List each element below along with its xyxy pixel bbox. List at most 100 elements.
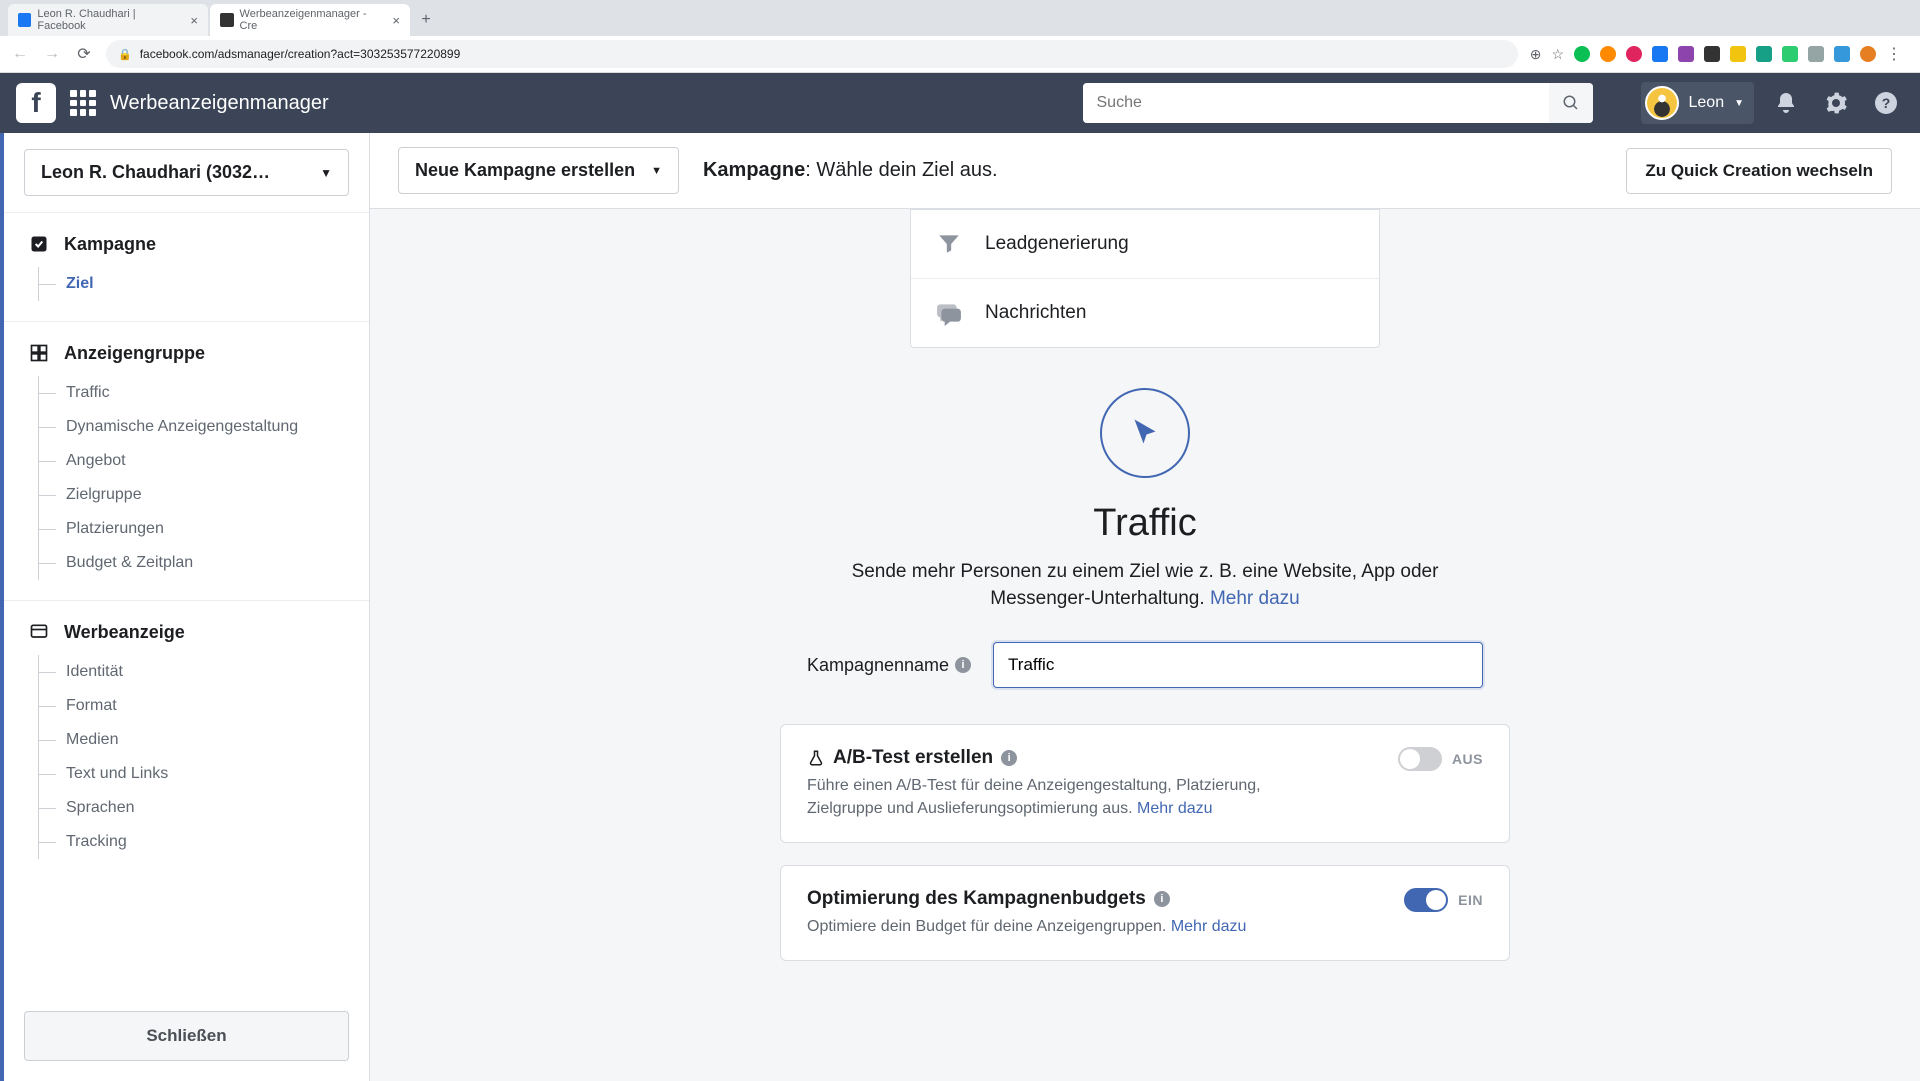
learn-more-link[interactable]: Mehr dazu xyxy=(1210,588,1300,609)
extension-icon[interactable] xyxy=(1730,46,1746,62)
extension-icon[interactable] xyxy=(1652,46,1668,62)
campaign-dropdown-label: Neue Kampagne erstellen xyxy=(415,160,635,181)
main-content: Leadgenerierung Nachrichten xyxy=(370,209,1920,1081)
step-item-languages[interactable]: Sprachen xyxy=(38,791,345,825)
apps-grid-icon[interactable] xyxy=(70,90,96,116)
menu-icon[interactable]: ⋮ xyxy=(1886,44,1902,64)
step-item-tracking[interactable]: Tracking xyxy=(38,825,345,859)
extension-icon[interactable] xyxy=(1704,46,1720,62)
user-name: Leon xyxy=(1689,94,1725,112)
star-icon[interactable]: ☆ xyxy=(1551,46,1564,63)
info-icon[interactable]: i xyxy=(1154,891,1170,907)
sub-header: Neue Kampagne erstellen ▼ Kampagne: Wähl… xyxy=(370,133,1920,209)
tab-strip: Leon R. Chaudhari | Facebook × Werbeanze… xyxy=(0,0,1920,36)
chevron-down-icon: ▼ xyxy=(651,165,662,177)
step-item-budget[interactable]: Budget & Zeitplan xyxy=(38,546,345,580)
user-menu[interactable]: Leon ▼ xyxy=(1641,82,1755,124)
objective-label: Nachrichten xyxy=(985,302,1086,324)
zoom-icon[interactable]: ⊕ xyxy=(1530,46,1542,63)
account-name: Leon R. Chaudhari (3032… xyxy=(41,162,270,183)
campaign-name-label: Kampagnenname i xyxy=(807,655,971,676)
chevron-down-icon: ▼ xyxy=(320,166,332,180)
cursor-icon xyxy=(1127,415,1163,451)
avatar xyxy=(1645,86,1679,120)
step-item-dynamic[interactable]: Dynamische Anzeigengestaltung xyxy=(38,410,345,444)
browser-tab[interactable]: Werbeanzeigenmanager - Cre × xyxy=(210,4,410,36)
sidebar: Leon R. Chaudhari (3032… ▼ Kampagne Ziel xyxy=(0,133,370,1081)
hero-title: Traffic xyxy=(635,502,1655,545)
extension-icon[interactable] xyxy=(1782,46,1798,62)
step-item-format[interactable]: Format xyxy=(38,689,345,723)
heading-bold: Kampagne xyxy=(703,159,805,181)
facebook-logo[interactable]: f xyxy=(16,83,56,123)
toggle-label: EIN xyxy=(1458,892,1483,908)
svg-text:?: ? xyxy=(1882,95,1891,111)
chat-icon xyxy=(935,299,963,327)
browser-tab[interactable]: Leon R. Chaudhari | Facebook × xyxy=(8,4,208,36)
extension-icon[interactable] xyxy=(1626,46,1642,62)
flask-icon xyxy=(807,749,825,767)
search-icon xyxy=(1562,94,1580,112)
card-description: Optimiere dein Budget für deine Anzeigen… xyxy=(807,916,1246,938)
learn-more-link[interactable]: Mehr dazu xyxy=(1137,800,1213,817)
step-title: Kampagne xyxy=(64,234,156,255)
card-description: Führe einen A/B-Test für deine Anzeigeng… xyxy=(807,775,1327,820)
heading-rest: : Wähle dein Ziel aus. xyxy=(805,159,997,181)
step-item-media[interactable]: Medien xyxy=(38,723,345,757)
back-icon[interactable]: ← xyxy=(10,45,30,63)
help-icon[interactable]: ? xyxy=(1868,91,1904,115)
top-nav: f Werbeanzeigenmanager Leon ▼ ? xyxy=(0,73,1920,133)
campaign-name-input[interactable] xyxy=(993,642,1483,688)
close-icon[interactable]: × xyxy=(392,13,400,28)
campaign-dropdown[interactable]: Neue Kampagne erstellen ▼ xyxy=(398,147,679,194)
step-item-ziel[interactable]: Ziel xyxy=(38,267,345,301)
forward-icon[interactable]: → xyxy=(42,45,62,63)
step-group-ad: Werbeanzeige Identität Format Medien Tex… xyxy=(4,621,369,879)
step-item-traffic[interactable]: Traffic xyxy=(38,376,345,410)
url-field[interactable]: 🔒 facebook.com/adsmanager/creation?act=3… xyxy=(106,40,1518,68)
notifications-icon[interactable] xyxy=(1768,91,1804,115)
adset-icon xyxy=(28,342,50,364)
objective-messages[interactable]: Nachrichten xyxy=(911,278,1379,347)
objective-label: Leadgenerierung xyxy=(985,233,1129,255)
traffic-hero-icon xyxy=(1100,388,1190,478)
search-button[interactable] xyxy=(1549,83,1593,123)
extension-icon[interactable] xyxy=(1600,46,1616,62)
step-item-identity[interactable]: Identität xyxy=(38,655,345,689)
chevron-down-icon: ▼ xyxy=(1734,98,1744,109)
extension-icon[interactable] xyxy=(1756,46,1772,62)
extension-icon[interactable] xyxy=(1678,46,1694,62)
budget-optimization-toggle[interactable] xyxy=(1404,888,1448,912)
card-title: A/B-Test erstellen xyxy=(833,747,993,769)
tab-title: Leon R. Chaudhari | Facebook xyxy=(37,8,180,32)
campaign-icon xyxy=(28,233,50,255)
step-item-offer[interactable]: Angebot xyxy=(38,444,345,478)
browser-chrome: Leon R. Chaudhari | Facebook × Werbeanze… xyxy=(0,0,1920,73)
step-title: Anzeigengruppe xyxy=(64,343,205,364)
url-text: facebook.com/adsmanager/creation?act=303… xyxy=(140,47,461,61)
learn-more-link[interactable]: Mehr dazu xyxy=(1171,918,1247,935)
account-selector[interactable]: Leon R. Chaudhari (3032… ▼ xyxy=(24,149,349,196)
info-icon[interactable]: i xyxy=(1001,750,1017,766)
search-input[interactable] xyxy=(1083,83,1549,123)
info-icon[interactable]: i xyxy=(955,657,971,673)
new-tab-button[interactable]: + xyxy=(412,4,440,36)
reload-icon[interactable]: ⟳ xyxy=(74,44,94,64)
extension-icons: ⊕ ☆ ⋮ xyxy=(1530,44,1910,64)
quick-creation-button[interactable]: Zu Quick Creation wechseln xyxy=(1626,148,1892,194)
step-item-audience[interactable]: Zielgruppe xyxy=(38,478,345,512)
ab-test-toggle[interactable] xyxy=(1398,747,1442,771)
step-item-placements[interactable]: Platzierungen xyxy=(38,512,345,546)
hero-description: Sende mehr Personen zu einem Ziel wie z.… xyxy=(815,559,1475,612)
hero-section: Traffic Sende mehr Personen zu einem Zie… xyxy=(635,388,1655,612)
objective-list: Leadgenerierung Nachrichten xyxy=(910,209,1380,348)
close-icon[interactable]: × xyxy=(190,13,198,28)
extension-icon[interactable] xyxy=(1574,46,1590,62)
objective-leadgen[interactable]: Leadgenerierung xyxy=(911,210,1379,278)
extension-icon[interactable] xyxy=(1808,46,1824,62)
avatar-icon[interactable] xyxy=(1860,46,1876,62)
settings-icon[interactable] xyxy=(1818,91,1854,115)
close-button[interactable]: Schließen xyxy=(24,1011,349,1061)
extension-icon[interactable] xyxy=(1834,46,1850,62)
step-item-text[interactable]: Text und Links xyxy=(38,757,345,791)
